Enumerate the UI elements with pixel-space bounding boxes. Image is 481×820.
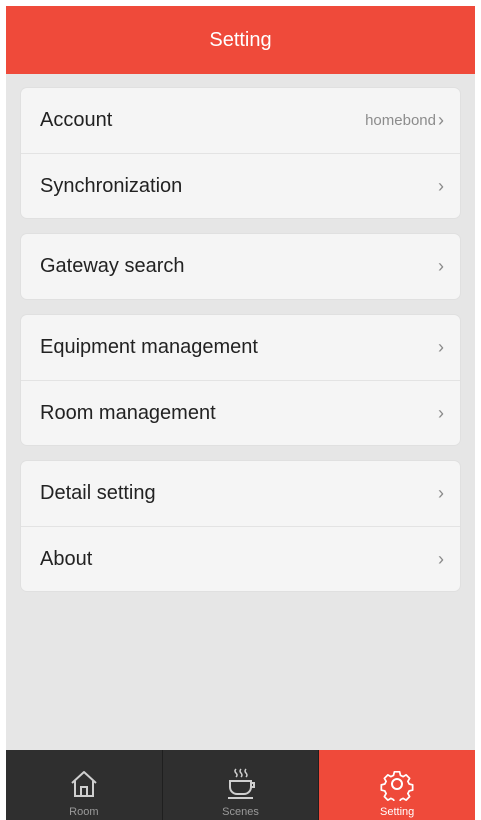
about-row[interactable]: About › <box>21 526 460 591</box>
chevron-right-icon: › <box>438 548 444 569</box>
account-row[interactable]: Account homebond › <box>21 88 460 153</box>
gateway-search-label: Gateway search <box>40 255 185 277</box>
tab-setting-label: Setting <box>380 806 415 818</box>
chevron-right-icon: › <box>438 483 444 503</box>
account-value: homebond <box>365 112 436 129</box>
tab-scenes-label: Scenes <box>222 806 259 818</box>
gateway-group: Gateway search › <box>21 234 460 299</box>
detail-setting-row[interactable]: Detail setting › <box>21 461 460 526</box>
home-icon <box>71 771 97 797</box>
chevron-right-icon: › <box>438 110 444 130</box>
tab-room-label: Room <box>69 806 99 818</box>
page-title: Setting <box>209 28 272 51</box>
bottom-tab-bar: Room Scenes Setting <box>6 750 475 820</box>
tab-room[interactable]: Room <box>6 750 163 820</box>
equipment-management-label: Equipment management <box>40 336 258 358</box>
tab-scenes[interactable]: Scenes <box>163 750 320 820</box>
room-management-label: Room management <box>40 401 216 424</box>
misc-group: Detail setting › About › <box>21 461 460 591</box>
management-group: Equipment management › Room management › <box>21 315 460 445</box>
chevron-right-icon: › <box>438 337 444 357</box>
equipment-management-row[interactable]: Equipment management › <box>21 315 460 380</box>
settings-screen: Setting Account homebond › Synchronizati… <box>6 6 475 820</box>
app-header: Setting <box>6 6 475 74</box>
account-label: Account <box>40 109 113 131</box>
coffee-cup-icon <box>227 768 255 799</box>
about-label: About <box>40 547 93 570</box>
tab-setting[interactable]: Setting <box>319 750 475 820</box>
room-management-row[interactable]: Room management › <box>21 380 460 445</box>
synchronization-row[interactable]: Synchronization › <box>21 153 460 218</box>
chevron-right-icon: › <box>438 402 444 423</box>
chevron-right-icon: › <box>438 256 444 276</box>
settings-list: Account homebond › Synchronization › Gat… <box>6 74 475 591</box>
gear-icon <box>380 770 414 801</box>
chevron-right-icon: › <box>438 175 444 196</box>
synchronization-label: Synchronization <box>40 174 183 197</box>
account-group: Account homebond › Synchronization › <box>21 88 460 218</box>
gateway-search-row[interactable]: Gateway search › <box>21 234 460 299</box>
detail-setting-label: Detail setting <box>40 482 156 504</box>
